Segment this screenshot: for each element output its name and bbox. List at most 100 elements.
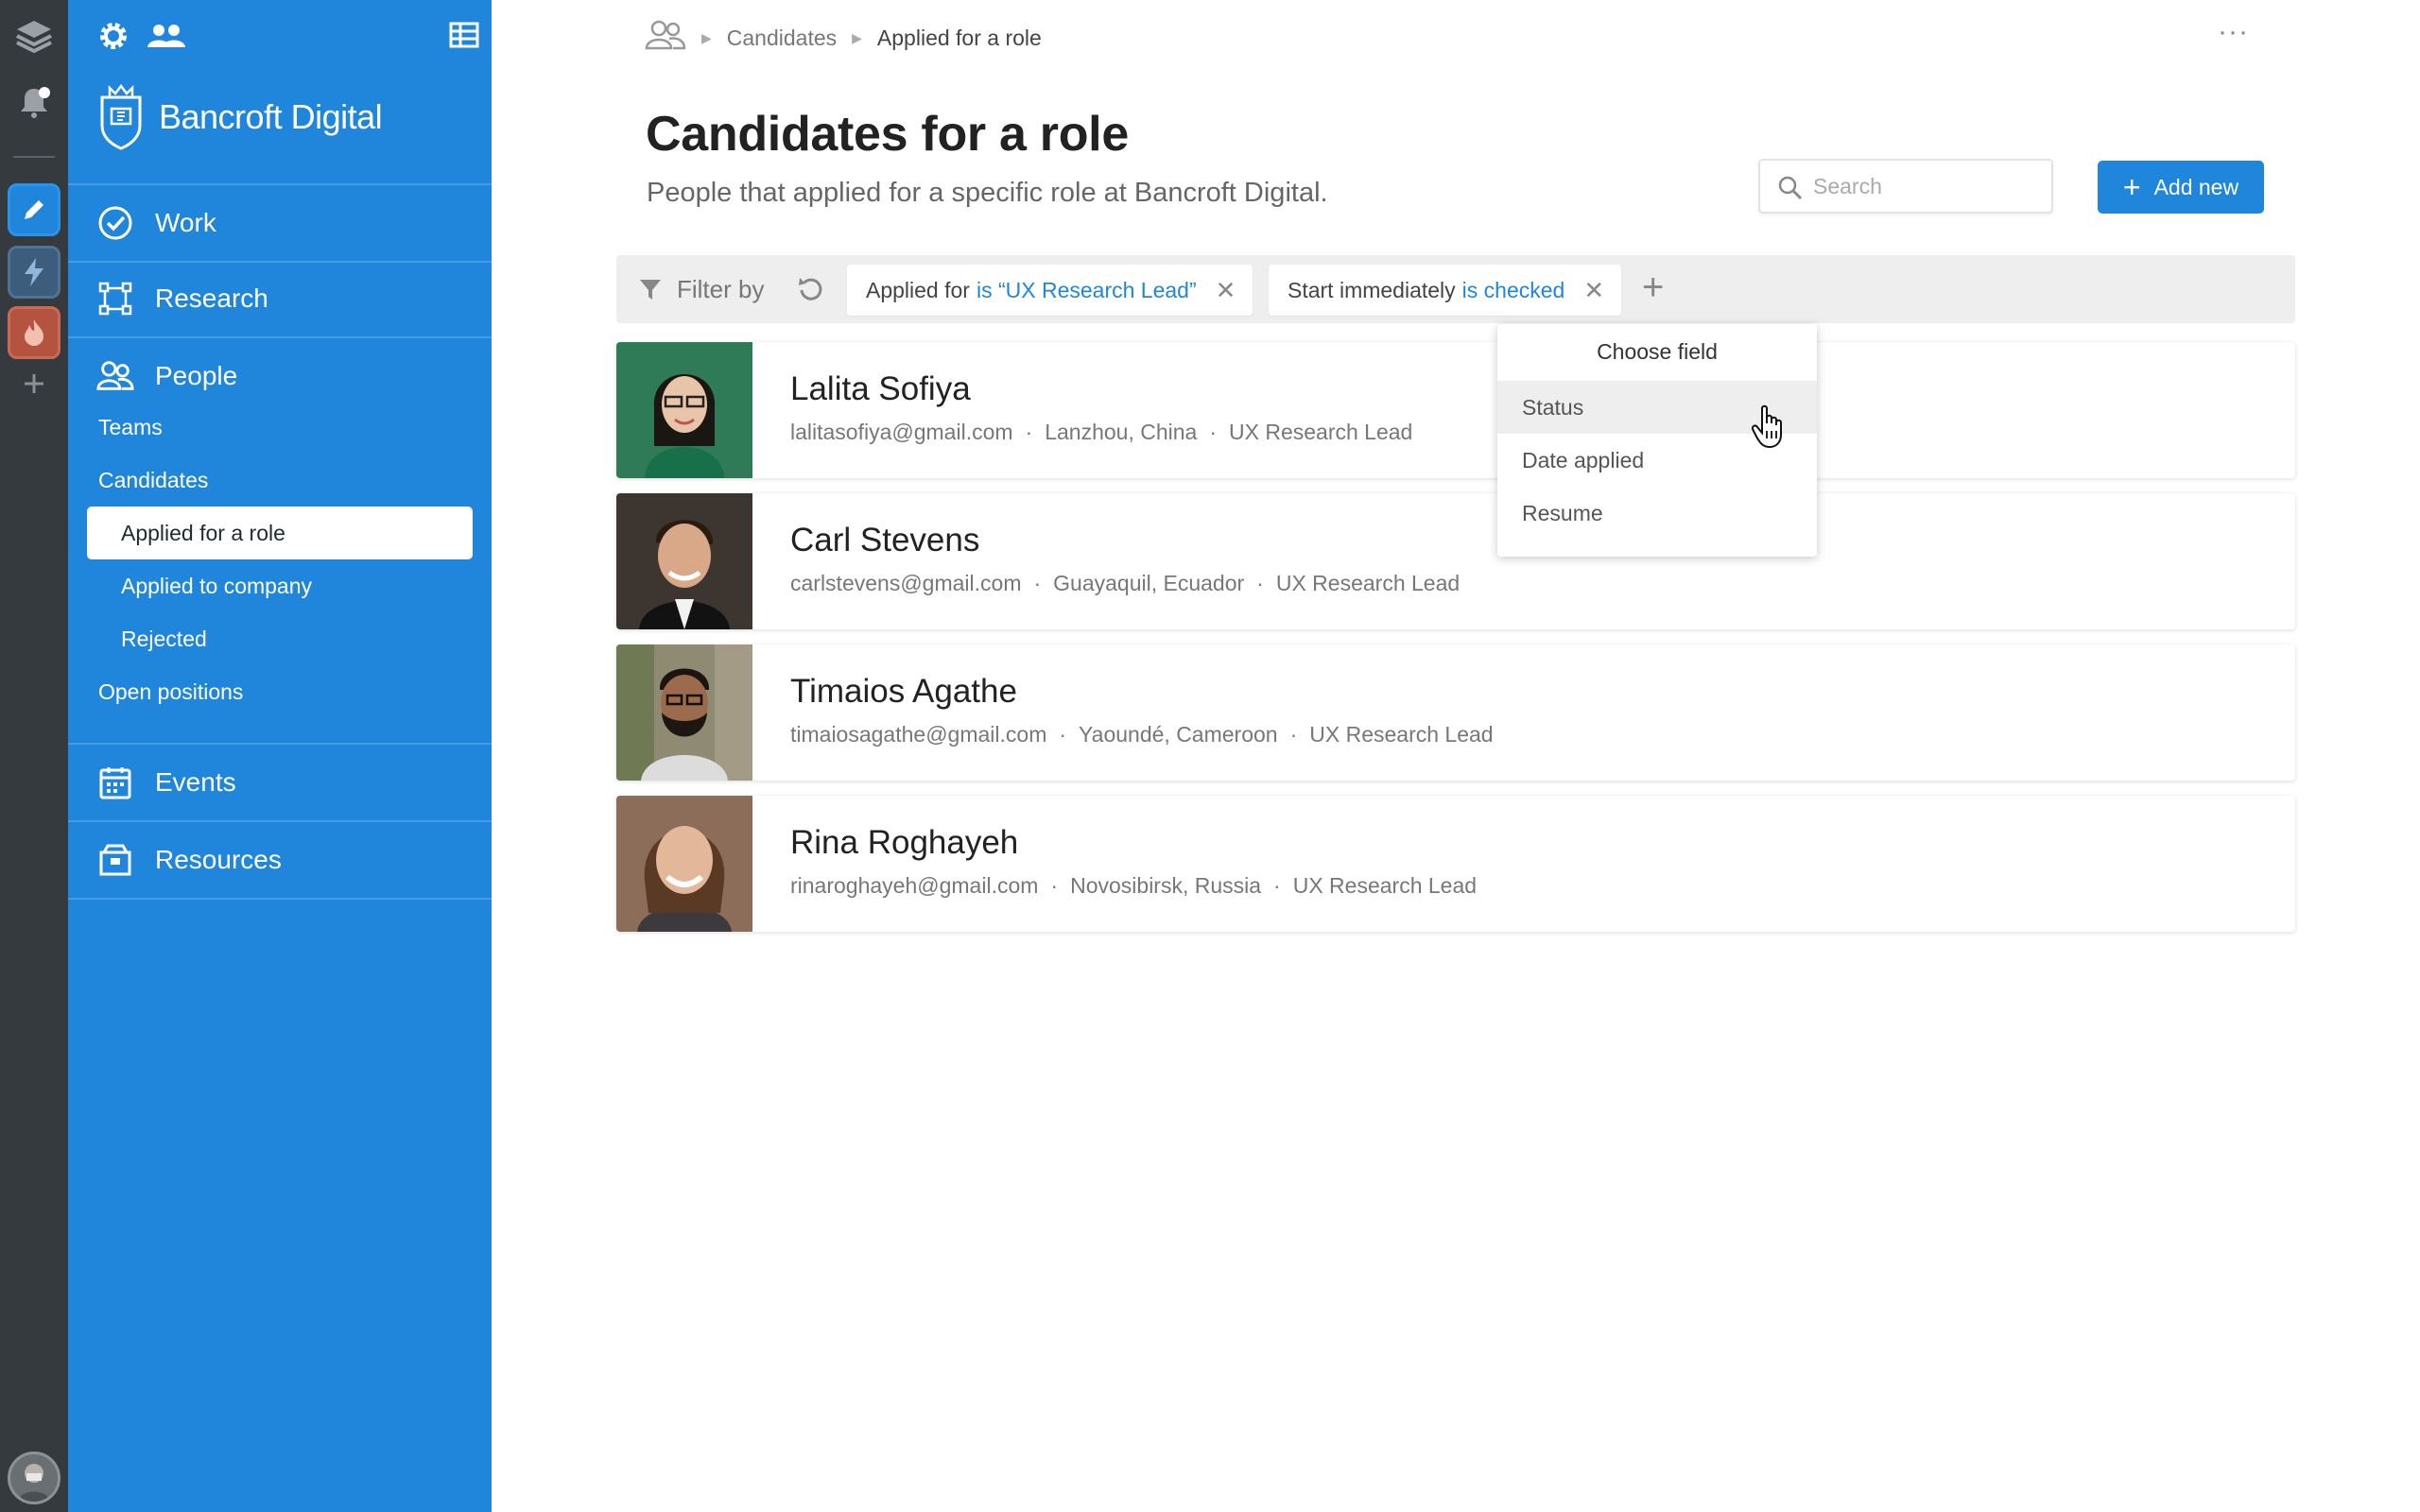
candidate-role: UX Research Lead <box>1275 571 1461 595</box>
pencil-edit-icon[interactable] <box>497 19 529 56</box>
rail-app-fire[interactable] <box>8 306 60 359</box>
more-options-icon[interactable]: ··· <box>2218 18 2249 46</box>
candidate-name[interactable]: Timaios Agathe <box>790 673 1017 711</box>
candidate-email[interactable]: carlstevens@gmail.com <box>790 571 1021 596</box>
candidate-card[interactable]: Carl Stevens carlstevens@gmail.com · Guay… <box>616 493 2295 629</box>
people-icon <box>96 357 134 395</box>
search-icon <box>1778 176 1803 200</box>
candidate-name[interactable]: Lalita Sofiya <box>790 370 971 408</box>
nav-item-label: Events <box>155 767 236 797</box>
hand-pointer-cursor-icon <box>1751 404 1782 449</box>
sidebar: Bancroft Digital Work Research People Te… <box>68 0 524 1512</box>
breadcrumb: ▶ Candidates ▶ Applied for a role <box>645 19 1042 57</box>
chip-field: Applied for <box>866 277 970 302</box>
breadcrumb-candidates[interactable]: Candidates <box>727 26 837 51</box>
sidebar-item-rejected[interactable]: Rejected <box>121 620 207 658</box>
flame-icon <box>25 319 43 346</box>
meta-separator: · <box>1273 873 1281 898</box>
sidebar-item-candidates[interactable]: Candidates <box>98 461 208 499</box>
nav-item-research[interactable]: Research <box>96 270 268 327</box>
nav-item-label: Research <box>155 284 268 313</box>
nav-item-work[interactable]: Work <box>96 195 216 251</box>
candidate-photo <box>616 644 752 781</box>
candidate-photo <box>616 342 752 478</box>
add-app-icon[interactable] <box>8 357 60 410</box>
candidate-role: UX Research Lead <box>1292 873 1478 898</box>
candidate-photo <box>616 796 752 932</box>
add-new-button[interactable]: + Add new <box>2098 161 2264 214</box>
candidate-email[interactable]: lalitasofiya@gmail.com <box>790 420 1013 445</box>
reset-filters-icon[interactable] <box>796 274 826 309</box>
rail-app-bolt[interactable] <box>8 246 60 299</box>
nav-item-resources[interactable]: Resources <box>96 832 282 888</box>
add-new-label: Add new <box>2153 174 2239 199</box>
network-frame-icon <box>96 280 134 318</box>
page-subtitle: People that applied for a specific role … <box>647 178 1328 208</box>
filter-chip-start-immediately[interactable]: Start immediately is checked ✕ <box>1269 265 1622 316</box>
meta-separator: · <box>1033 571 1042 595</box>
candidate-meta: rinaroghayeh@gmail.com · Novosibirsk, Rus… <box>790 873 1477 899</box>
layers-logo-icon[interactable] <box>8 9 60 62</box>
nav-item-label: Resources <box>155 845 282 874</box>
search-input[interactable]: Search <box>1758 159 2053 214</box>
package-icon <box>96 841 134 879</box>
filter-funnel-icon <box>640 280 661 300</box>
nav-item-events[interactable]: Events <box>96 754 236 811</box>
nav-divider <box>68 183 492 185</box>
candidate-name[interactable]: Rina Roghayeh <box>790 824 1018 862</box>
candidate-location: Guayaquil, Ecuador <box>1053 571 1245 595</box>
user-avatar[interactable] <box>8 1452 60 1504</box>
nav-item-label: Work <box>155 208 216 237</box>
table-view-icon[interactable] <box>448 19 480 56</box>
remove-filter-icon[interactable]: ✕ <box>1216 276 1236 305</box>
people-breadcrumb-icon[interactable] <box>645 19 686 57</box>
page-title: Candidates for a role <box>646 107 1129 162</box>
breadcrumb-separator: ▶ <box>852 29 862 45</box>
filter-by-text: Filter by <box>677 274 765 303</box>
dropdown-option-resume[interactable]: Resume <box>1497 487 1817 540</box>
sidebar-item-applied-to-company[interactable]: Applied to company <box>121 567 312 605</box>
gear-icon[interactable] <box>96 19 130 58</box>
candidate-role: UX Research Lead <box>1309 722 1494 747</box>
notifications-bell-icon[interactable] <box>8 76 60 129</box>
candidate-card[interactable]: Timaios Agathe timaiosagathe@gmail.com · … <box>616 644 2295 781</box>
sidebar-item-applied-for-role[interactable]: Applied for a role <box>87 507 473 559</box>
nav-divider <box>68 898 492 900</box>
breadcrumb-current: Applied for a role <box>876 25 1042 50</box>
add-filter-icon[interactable]: + <box>1642 268 1664 306</box>
nav-divider <box>68 336 492 338</box>
candidate-role: UX Research Lead <box>1229 420 1413 444</box>
breadcrumb-separator: ▶ <box>701 29 712 45</box>
candidate-name[interactable]: Carl Stevens <box>790 522 979 559</box>
candidate-email[interactable]: timaiosagathe@gmail.com <box>790 722 1046 747</box>
filter-chip-applied-for[interactable]: Applied for is “UX Research Lead” ✕ <box>847 265 1253 316</box>
candidate-card[interactable]: Rina Roghayeh rinaroghayeh@gmail.com · No… <box>616 796 2295 932</box>
candidate-location: Yaoundé, Cameroon <box>1079 722 1278 747</box>
nav-divider <box>68 743 492 745</box>
calendar-icon <box>96 764 134 801</box>
candidate-card[interactable]: Lalita Sofiya lalitasofiya@gmail.com · La… <box>616 342 2295 478</box>
sidebar-item-open-positions[interactable]: Open positions <box>98 673 243 711</box>
candidate-meta: lalitasofiya@gmail.com · Lanzhou, China · … <box>790 420 1412 445</box>
remove-filter-icon[interactable]: ✕ <box>1583 276 1604 305</box>
nav-item-label: People <box>155 361 238 390</box>
rail-app-edit[interactable] <box>8 183 60 236</box>
meta-separator: · <box>1059 722 1067 747</box>
chip-condition: is checked <box>1461 277 1565 302</box>
bancroft-crest-logo <box>100 84 142 150</box>
nav-divider <box>68 820 492 822</box>
nav-item-people[interactable]: People <box>96 348 237 404</box>
sidebar-toolbar <box>96 19 524 58</box>
brand-name: Bancroft Digital <box>159 97 383 136</box>
check-circle-icon <box>96 204 134 242</box>
filter-by-label[interactable]: Filter by <box>637 272 764 306</box>
candidate-meta: timaiosagathe@gmail.com · Yaoundé, Camero… <box>790 722 1494 747</box>
dropdown-title: Choose field <box>1597 339 1718 364</box>
sidebar-item-teams[interactable]: Teams <box>98 408 163 446</box>
app-rail <box>0 0 68 1512</box>
team-users-icon[interactable] <box>146 19 187 58</box>
meta-separator: · <box>1025 420 1033 444</box>
filter-bar: Filter by Applied for is “UX Research Le… <box>616 255 2295 323</box>
candidate-email[interactable]: rinaroghayeh@gmail.com <box>790 873 1038 899</box>
chip-field: Start immediately <box>1288 277 1456 302</box>
